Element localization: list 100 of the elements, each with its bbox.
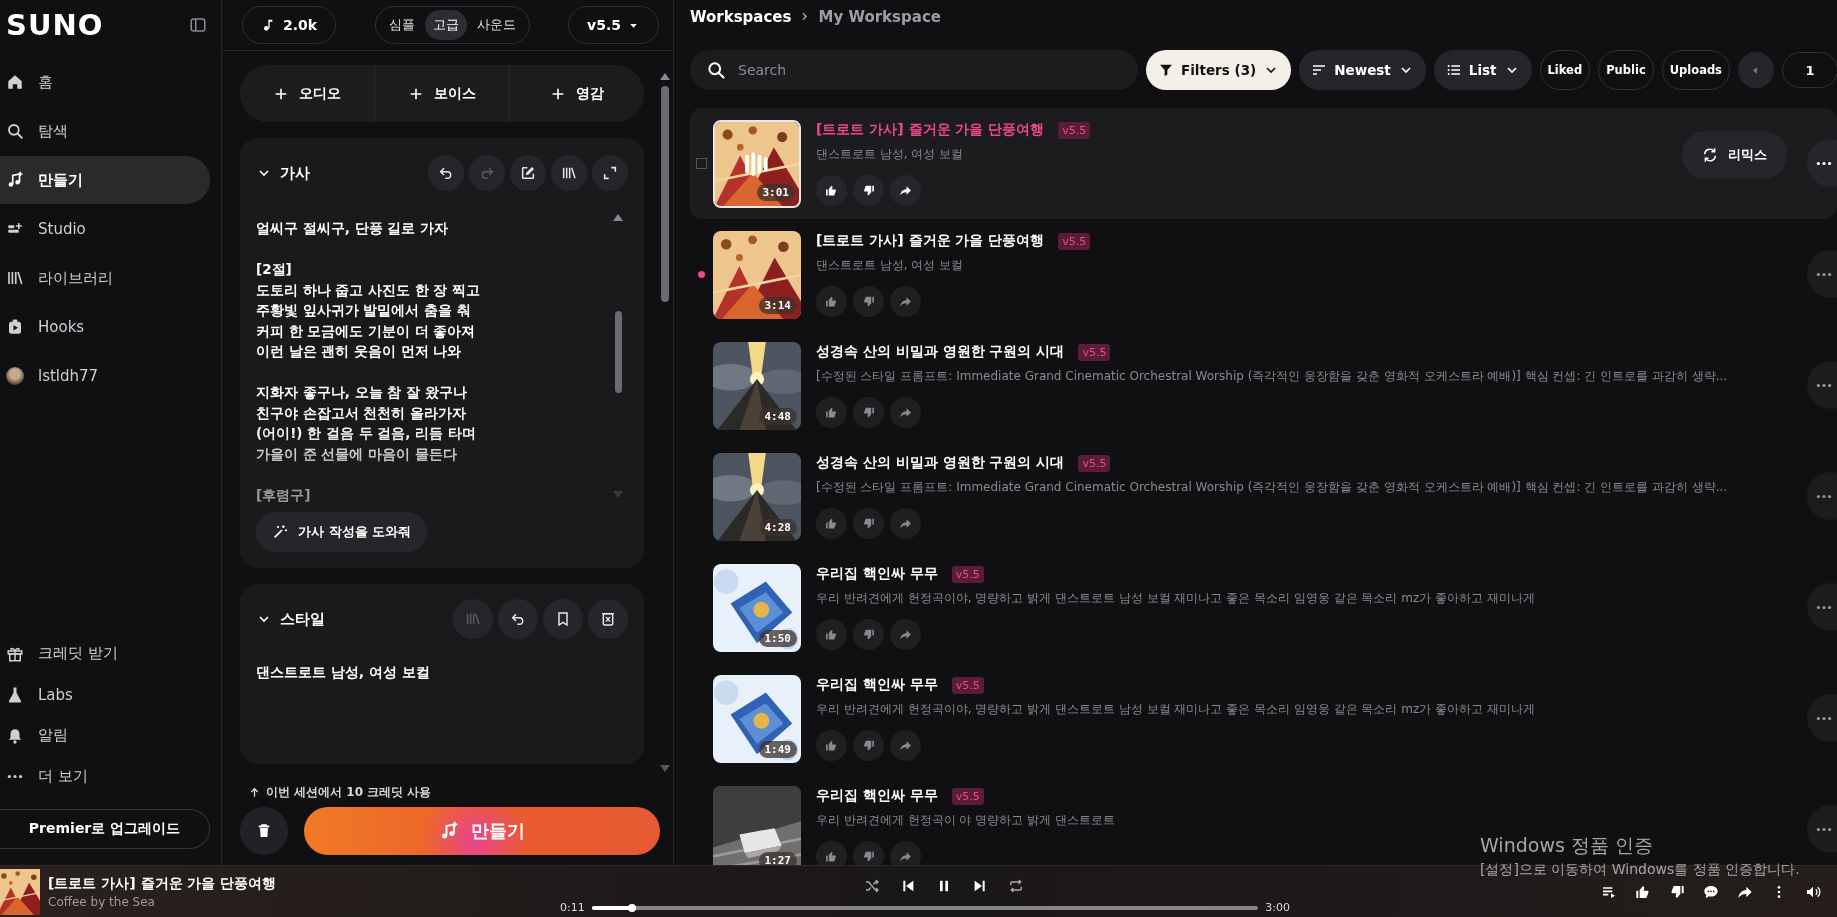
sort-dropdown[interactable]: Newest bbox=[1299, 50, 1426, 90]
add-button[interactable]: 오디오 bbox=[240, 65, 374, 122]
remix-button[interactable]: 리믹스 bbox=[1682, 131, 1787, 179]
song-row[interactable]: 3:01 [트로트 가사] 즐거운 가을 단풍여행 v5.5 댄스트로트 남성, 여성 보컬 리믹스 bbox=[690, 108, 1837, 219]
breadcrumb-current: My Workspace bbox=[818, 7, 941, 26]
view-dropdown[interactable]: List bbox=[1433, 50, 1532, 90]
like-button[interactable] bbox=[816, 175, 847, 206]
lyric-line: 지화자 좋구나, 오늘 참 잘 왔구나 bbox=[256, 383, 468, 402]
song-title[interactable]: 우리집 핵인싸 무무 bbox=[816, 676, 938, 694]
song-title[interactable]: 성경속 산의 비밀과 영원한 구원의 시대 bbox=[816, 454, 1065, 472]
undo-button[interactable] bbox=[428, 155, 464, 191]
share-icon bbox=[899, 628, 912, 641]
version-tag: v5.5 bbox=[951, 565, 984, 583]
song-title[interactable]: [트로트 가사] 즐거운 가을 단풍여행 bbox=[816, 121, 1045, 139]
filter-icon bbox=[1158, 62, 1174, 78]
checkbox[interactable] bbox=[696, 158, 707, 169]
search-field[interactable]: Search bbox=[690, 50, 1138, 90]
expand-button[interactable] bbox=[592, 155, 628, 191]
section-toggle[interactable]: 가사 bbox=[256, 163, 310, 183]
song-title[interactable]: 우리집 핵인싸 무무 bbox=[816, 565, 938, 583]
add-button[interactable]: 영감 bbox=[509, 65, 644, 122]
cover-art[interactable]: 4:48 bbox=[713, 341, 801, 430]
nav-item[interactable]: 더 보기 bbox=[0, 756, 210, 797]
lyric-line: 가을이 준 선물에 마음이 물든다 bbox=[256, 444, 458, 464]
version-tag: v5.5 bbox=[1058, 121, 1091, 139]
sidebar-toggle-button[interactable] bbox=[189, 16, 207, 34]
thumbs-down-icon bbox=[862, 628, 875, 641]
undo-button[interactable] bbox=[498, 599, 538, 639]
search-icon bbox=[6, 122, 24, 140]
song-title[interactable]: [트로트 가사] 즐거운 가을 단풍여행 bbox=[816, 232, 1045, 250]
total-time: 3:00 bbox=[1265, 901, 1290, 914]
nav-item[interactable]: 홈 bbox=[0, 58, 210, 106]
cover-art[interactable]: 3:14 bbox=[713, 230, 801, 319]
lyric-line: 커피 한 모금에도 기분이 더 좋아져 bbox=[256, 321, 477, 341]
section-toggle[interactable]: 스타일 bbox=[256, 609, 325, 629]
lyrics-helper-button[interactable]: 가사 작성을 도와줘 bbox=[256, 512, 428, 552]
track-title[interactable]: [트로트 가사] 즐거운 가을 단풍여행 bbox=[48, 874, 277, 893]
add-button[interactable]: 보이스 bbox=[374, 65, 509, 122]
mode-tab[interactable]: 사운드 bbox=[468, 10, 524, 40]
version-tag: v5.5 bbox=[1078, 343, 1111, 361]
cover-art[interactable]: 1:49 bbox=[713, 674, 801, 763]
library-button[interactable] bbox=[551, 155, 587, 191]
thumbs-down-icon bbox=[1669, 883, 1685, 900]
cover-art[interactable]: 1:50 bbox=[713, 563, 801, 652]
cover-art[interactable]: 3:01 bbox=[713, 119, 801, 208]
sort-icon bbox=[1311, 62, 1328, 78]
bookmark-button[interactable] bbox=[543, 599, 583, 639]
nav-item[interactable]: 크레딧 받기 bbox=[0, 633, 210, 674]
clipboard-icon bbox=[6, 318, 24, 336]
lyrics-field[interactable]: 얼씨구 절씨구, 단풍 길로 가자 [2절] 도토리 하나 줍고 사진도 한 장 찍고 주황빛 잎사귀가 발밑에서 춤을 춰 커피 한 모금에도 기분이 더 좋아져 이런 날은 괜히 웃음이 먼저 나와 지화자 좋구나, 오늘 참 잘 왔구나 친구야 손잡고서 천천히 올라가자 (어이!) 한 걸음 두 걸음, 리듬 타며 가을이 준 선물에 마음이 물든다 [후렴구] bbox=[256, 206, 628, 502]
nav-item[interactable]: 라이브러리 bbox=[0, 254, 210, 302]
elapsed-time: 0:11 bbox=[560, 901, 585, 914]
nav-item[interactable]: lstldh77 bbox=[0, 352, 210, 400]
arrow-up-icon bbox=[248, 786, 261, 799]
mode-tab[interactable]: 고급 bbox=[424, 10, 467, 40]
nav-item[interactable]: Studio bbox=[0, 205, 210, 253]
clear-button[interactable] bbox=[588, 599, 628, 639]
library-icon bbox=[465, 611, 481, 627]
progress-handle[interactable] bbox=[627, 903, 636, 912]
create-button[interactable]: 만들기 bbox=[304, 807, 660, 855]
dislike-button[interactable] bbox=[853, 175, 884, 206]
thumbs-up-icon bbox=[1635, 883, 1651, 900]
song-description: 댄스트로트 남성, 여성 보컬 bbox=[816, 257, 964, 274]
more-icon bbox=[1816, 493, 1832, 499]
suno-logo[interactable]: SUNO bbox=[6, 8, 104, 42]
cover-art[interactable]: 4:28 bbox=[713, 452, 801, 541]
lyric-line: 친구야 손잡고서 천천히 올라가자 bbox=[256, 403, 468, 423]
delete-button[interactable] bbox=[240, 807, 288, 855]
filters-button[interactable]: Filters (3) bbox=[1146, 50, 1292, 90]
share-icon bbox=[899, 406, 912, 419]
progress-bar[interactable] bbox=[591, 905, 1259, 910]
breadcrumb-link[interactable]: Workspaces bbox=[690, 7, 792, 26]
shuffle-icon bbox=[864, 878, 880, 894]
lyric-line: 주황빛 잎사귀가 발밑에서 춤을 춰 bbox=[256, 301, 472, 320]
nav-item[interactable]: 알림 bbox=[0, 715, 210, 756]
list-icon bbox=[1445, 62, 1462, 78]
nav-item[interactable]: Hooks bbox=[0, 303, 210, 351]
song-title[interactable]: 성경속 산의 비밀과 영원한 구원의 시대 bbox=[816, 343, 1065, 361]
nav-item[interactable]: 만들기 bbox=[0, 156, 210, 204]
thumbs-up-icon bbox=[825, 850, 838, 863]
song-title[interactable]: 우리집 핵인싸 무무 bbox=[816, 787, 938, 805]
edit-button[interactable] bbox=[510, 155, 546, 191]
undo-icon bbox=[510, 611, 526, 627]
song-description: 우리 반려견에게 헌정곡이야, 명량하고 밝게 댄스트로트 남성 보컬 재미나고 좋은 목소리 임영웅 같은 목소리 mz가 좋아하고 재미나게 bbox=[816, 701, 1535, 718]
style-text[interactable]: 댄스트로트 남성, 여성 보컬 bbox=[256, 664, 628, 682]
skip-forward-icon bbox=[972, 878, 988, 894]
session-credits-note: 이번 세션에서 10 크레딧 사용 bbox=[266, 784, 432, 801]
cover-art[interactable]: 1:27 bbox=[713, 785, 801, 865]
thumbs-up-icon bbox=[825, 739, 838, 752]
share-button[interactable] bbox=[890, 175, 921, 206]
mode-tab[interactable]: 심플 bbox=[380, 10, 423, 40]
more-icon bbox=[1816, 271, 1832, 277]
track-artist[interactable]: Coffee by the Sea bbox=[48, 894, 277, 909]
thumbs-up-icon bbox=[825, 517, 838, 530]
lyric-line: 얼씨구 절씨구, 단풍 길로 가자 bbox=[256, 219, 449, 238]
nav-item[interactable]: 탐색 bbox=[0, 107, 210, 155]
thumbs-up-icon bbox=[825, 406, 838, 419]
share-icon bbox=[899, 295, 912, 308]
cover-art[interactable] bbox=[0, 868, 40, 915]
nav-item[interactable]: Labs bbox=[0, 674, 210, 715]
